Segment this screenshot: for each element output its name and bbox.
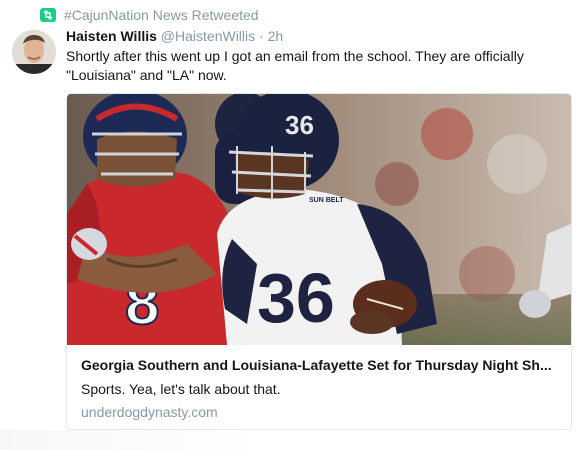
card-image[interactable]: 8 36 SUN BELT 36 — [67, 94, 571, 345]
helmet-number: 36 — [285, 110, 314, 140]
retweet-text[interactable]: #CajunNation News Retweeted — [64, 7, 259, 23]
card-description: Sports. Yea, let's talk about that. — [81, 381, 281, 397]
card-title[interactable]: Georgia Southern and Louisiana-Lafayette… — [81, 357, 557, 373]
jersey-number-right: 36 — [257, 259, 335, 337]
user-handle[interactable]: @HaistenWillis — [161, 28, 255, 44]
avatar[interactable] — [12, 30, 56, 74]
link-card[interactable]: 8 36 SUN BELT 36 Georgia Southern and Lo… — [66, 93, 572, 430]
separator-dot: · — [259, 28, 264, 44]
tweet-text: Shortly after this went up I got an emai… — [66, 48, 524, 83]
timestamp[interactable]: 2h — [268, 28, 284, 44]
divider-shadow — [0, 430, 260, 450]
retweet-icon — [40, 8, 56, 22]
display-name[interactable]: Haisten Willis — [66, 28, 157, 44]
card-body[interactable]: Georgia Southern and Louisiana-Lafayette… — [67, 345, 571, 429]
retweet-context[interactable]: #CajunNation News Retweeted — [40, 6, 259, 24]
tweet-header: Haisten Willis @HaistenWillis · 2h — [66, 28, 283, 44]
card-domain[interactable]: underdogdynasty.com — [81, 404, 557, 420]
sun-belt-patch: SUN BELT — [309, 197, 344, 204]
